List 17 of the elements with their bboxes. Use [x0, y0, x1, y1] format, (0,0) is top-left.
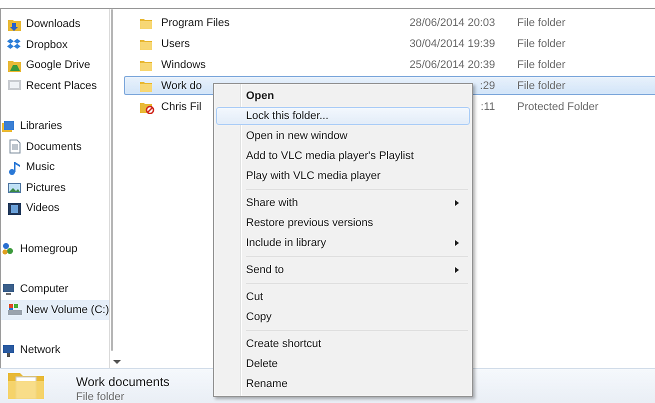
- file-date: :11: [480, 100, 496, 112]
- details-type: File folder: [76, 391, 126, 403]
- file-name: Program Files: [161, 16, 231, 28]
- file-date: 25/06/2014 20:39: [408, 58, 496, 70]
- file-type: File folder: [517, 58, 566, 70]
- file-type: File folder: [517, 16, 566, 28]
- file-type: File folder: [517, 38, 566, 50]
- file-name: Windows: [161, 58, 207, 70]
- details-name: Work documents: [76, 375, 170, 389]
- file-name: Users: [161, 38, 191, 50]
- file-name: Chris Fil: [161, 100, 202, 112]
- file-type: File folder: [517, 80, 566, 92]
- file-date: 30/04/2014 19:39: [408, 38, 496, 50]
- file-type: Protected Folder: [517, 100, 600, 112]
- file-name: Work do: [161, 80, 203, 92]
- file-date: :29: [478, 80, 496, 92]
- file-date: 28/06/2014 20:03: [408, 16, 496, 28]
